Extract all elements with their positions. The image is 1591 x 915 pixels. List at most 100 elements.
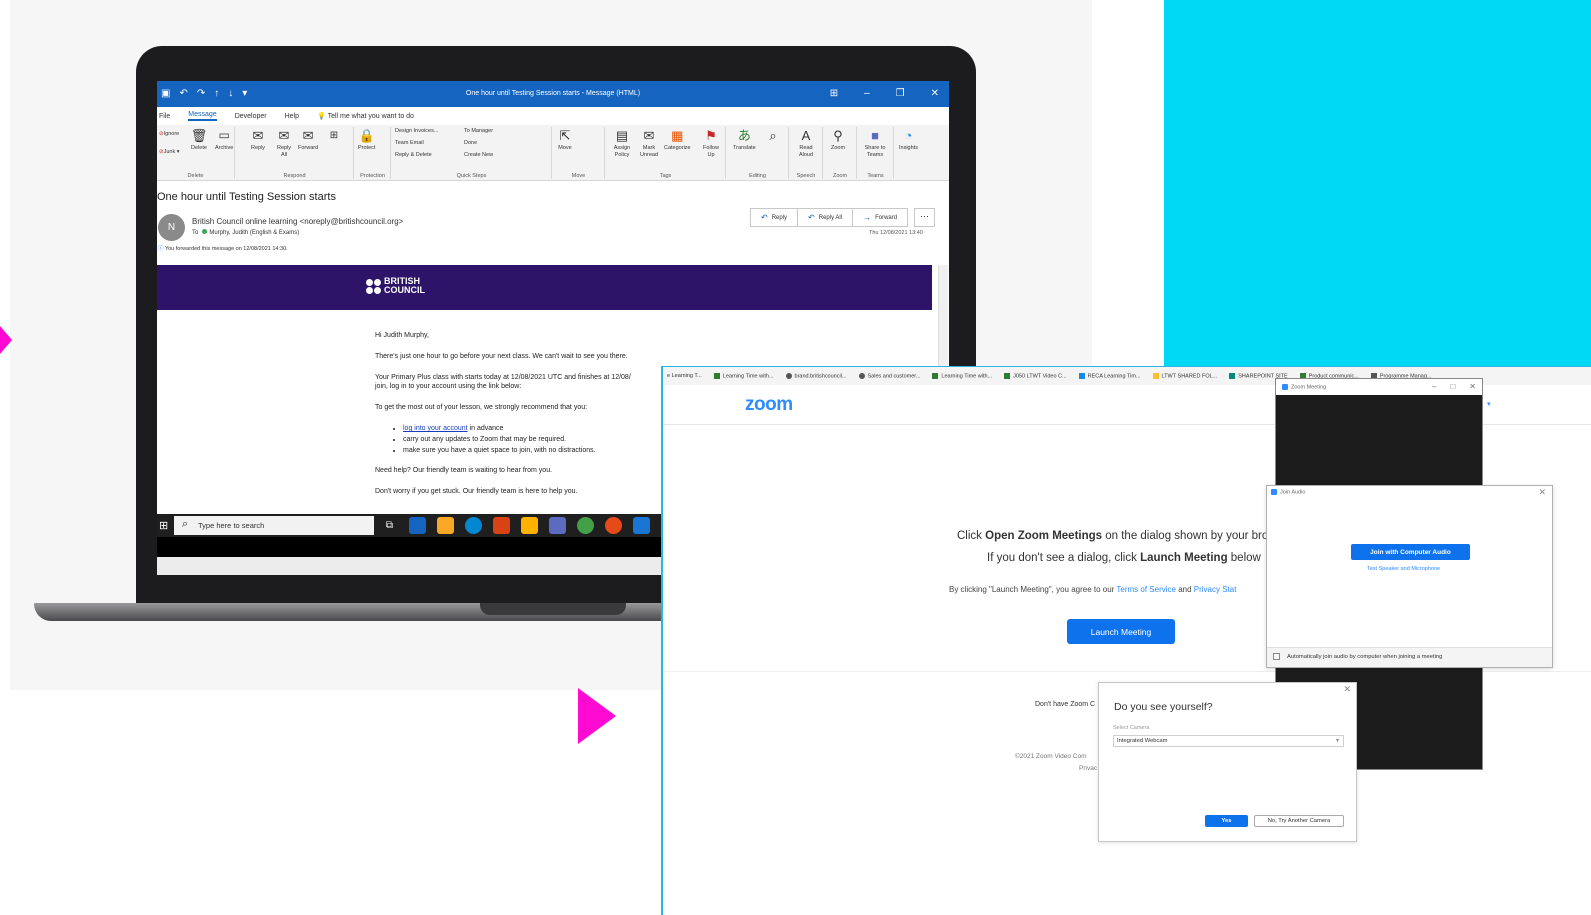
- auto-join-checkbox[interactable]: [1273, 653, 1280, 660]
- bookmark-item[interactable]: Learning Time with...: [713, 372, 774, 380]
- privacy-footer-link[interactable]: Privac: [1079, 765, 1097, 772]
- launch-meeting-button[interactable]: Launch Meeting: [1067, 619, 1175, 644]
- task-view-icon[interactable]: ⧉: [381, 517, 398, 534]
- reply-action-button[interactable]: ↶ Reply: [751, 209, 799, 226]
- quick-step-design-invoices[interactable]: Design Invoices...: [395, 128, 438, 134]
- more-actions-button[interactable]: ···: [914, 208, 935, 227]
- quick-step-reply-delete[interactable]: Reply & Delete: [395, 152, 432, 158]
- menu-file[interactable]: File: [159, 113, 170, 120]
- close-icon[interactable]: ✕: [1343, 684, 1351, 695]
- account-link[interactable]: log into your account: [403, 425, 468, 432]
- privacy-link[interactable]: Privacy Stat: [1194, 585, 1237, 594]
- teams-taskbar-icon[interactable]: [549, 517, 566, 534]
- outlook-taskbar-icon[interactable]: [409, 517, 426, 534]
- join-computer-audio-button[interactable]: Join with Computer Audio: [1351, 544, 1470, 560]
- categorize-button[interactable]: ▦ Categorize: [664, 127, 691, 152]
- file-explorer-icon[interactable]: [437, 517, 454, 534]
- forward-icon: ✉: [302, 127, 314, 143]
- reply-button[interactable]: ✉ Reply: [250, 127, 266, 152]
- menu-help[interactable]: Help: [285, 113, 299, 120]
- chrome-icon[interactable]: [577, 517, 594, 534]
- lock-icon: 🔒: [358, 127, 375, 143]
- reply-all-button[interactable]: ✉ Reply All: [274, 127, 294, 159]
- share-to-teams-button[interactable]: ■ Share to Teams: [862, 127, 888, 159]
- bookmark-item[interactable]: RECA Learning Tim...: [1078, 372, 1141, 379]
- forward-action-button[interactable]: → Forward: [853, 209, 907, 226]
- bookmark-item[interactable]: e Learning T...: [667, 373, 702, 379]
- body-paragraph: There's just one hour to go before your …: [375, 353, 628, 360]
- mark-unread-button[interactable]: ✉ Mark Unread: [638, 127, 660, 159]
- bookmark-label: J050 LTWT Video C...: [1013, 373, 1067, 380]
- quick-step-team-email[interactable]: Team Email: [395, 140, 424, 146]
- move-button[interactable]: ⇱ Move: [557, 127, 573, 152]
- forward-button[interactable]: ✉ Forward: [298, 127, 318, 152]
- camera-select[interactable]: Integrated Webcam ▾: [1113, 735, 1344, 747]
- translate-button[interactable]: あ Translate: [733, 127, 756, 152]
- minimize-icon[interactable]: –: [864, 88, 870, 99]
- assign-policy-button[interactable]: ▤ Assign Policy: [610, 127, 634, 159]
- chevron-down-icon: ▾: [1335, 738, 1339, 744]
- minimize-icon[interactable]: –: [1432, 382, 1436, 391]
- word-icon[interactable]: [633, 517, 650, 534]
- ribbon-display-icon[interactable]: ⊞: [830, 88, 838, 99]
- try-another-camera-button[interactable]: No, Try Another Camera: [1254, 815, 1344, 827]
- bookmark-item[interactable]: LTWT SHARED FOL...: [1152, 372, 1217, 379]
- quick-step-done[interactable]: Done: [464, 140, 477, 146]
- bookmark-item[interactable]: brand.britishcouncil...: [785, 372, 847, 379]
- archive-button[interactable]: ▭ Archive: [215, 127, 233, 152]
- more-respond-button[interactable]: ⊞: [326, 127, 342, 145]
- pink-arrow-marker: [0, 326, 12, 354]
- follow-up-button[interactable]: ⚑ Follow Up: [700, 127, 722, 159]
- avatar: N: [158, 214, 185, 241]
- close-icon[interactable]: ✕: [1538, 487, 1546, 498]
- join-audio-title: Join Audio: [1280, 489, 1306, 496]
- protect-button[interactable]: 🔒 Protect: [358, 127, 375, 152]
- recipient-name[interactable]: Murphy, Judith (English & Exams): [209, 230, 299, 236]
- maximize-icon[interactable]: □: [1450, 382, 1455, 391]
- chevron-down-icon[interactable]: ▾: [1487, 400, 1491, 408]
- delete-button[interactable]: 🗑 Delete: [191, 127, 208, 152]
- terms-link[interactable]: Terms of Service: [1116, 585, 1176, 594]
- bookmark-icon: [1152, 372, 1159, 379]
- bookmark-item[interactable]: Learning Time with...: [932, 372, 992, 379]
- bookmark-label: Learning Time with...: [722, 373, 774, 380]
- office-icon[interactable]: [493, 517, 510, 534]
- edge-icon[interactable]: [465, 517, 482, 534]
- quick-step-create-new[interactable]: Create New: [464, 152, 493, 158]
- read-aloud-button[interactable]: A Read Aloud: [796, 127, 816, 159]
- zoom-meeting-title: Zoom Meeting: [1291, 384, 1327, 391]
- share-to-teams-label: Share to Teams: [864, 145, 886, 158]
- find-button[interactable]: ⌕: [765, 127, 781, 145]
- menu-developer[interactable]: Developer: [235, 113, 267, 120]
- powerpoint-icon[interactable]: [605, 517, 622, 534]
- windows-start-icon[interactable]: ⊞: [159, 519, 168, 532]
- yes-button[interactable]: Yes: [1205, 815, 1248, 827]
- bookmark-item[interactable]: Sales and customer...: [858, 372, 920, 379]
- bookmark-item[interactable]: J050 LTWT Video C...: [1004, 372, 1067, 380]
- ignore-button[interactable]: ⊘Ignore: [159, 131, 179, 137]
- close-icon[interactable]: ✕: [931, 88, 939, 99]
- junk-button[interactable]: ⊘Junk ▾: [159, 149, 180, 155]
- folder-icon[interactable]: [521, 517, 538, 534]
- taskbar-search[interactable]: ⌕ Type here to search: [174, 516, 374, 535]
- read-aloud-label: Read Aloud: [798, 145, 814, 158]
- tell-me-search[interactable]: 💡 Tell me what you want to do: [317, 112, 414, 120]
- reply-all-action-button[interactable]: ↶ Reply All: [798, 209, 854, 226]
- zoom-label: Zoom: [830, 145, 846, 151]
- restore-icon[interactable]: ❐: [896, 88, 905, 99]
- ignore-label: Ignore: [163, 131, 180, 137]
- close-icon[interactable]: ✕: [1469, 382, 1476, 391]
- logo-line-2: COUNCIL: [384, 285, 425, 295]
- categorize-label: Categorize: [664, 145, 691, 151]
- reply-all-action-label: Reply All: [818, 214, 843, 221]
- outlook-title-bar: ▣ ↶ ↷ ↑ ↓ ▾ One hour until Testing Sessi…: [157, 81, 949, 107]
- insights-button[interactable]: ◔ Insights: [899, 127, 918, 152]
- zoom-button[interactable]: ⚲ Zoom: [830, 127, 846, 152]
- group-label: Teams: [867, 173, 884, 179]
- test-speaker-link[interactable]: Test Speaker and Microphone: [1367, 566, 1440, 572]
- archive-label: Archive: [215, 145, 234, 151]
- zoom-logo[interactable]: zoom: [745, 394, 793, 416]
- translate-icon: あ: [737, 127, 751, 143]
- menu-message[interactable]: Message: [188, 111, 217, 121]
- quick-step-to-manager[interactable]: To Manager: [464, 128, 493, 134]
